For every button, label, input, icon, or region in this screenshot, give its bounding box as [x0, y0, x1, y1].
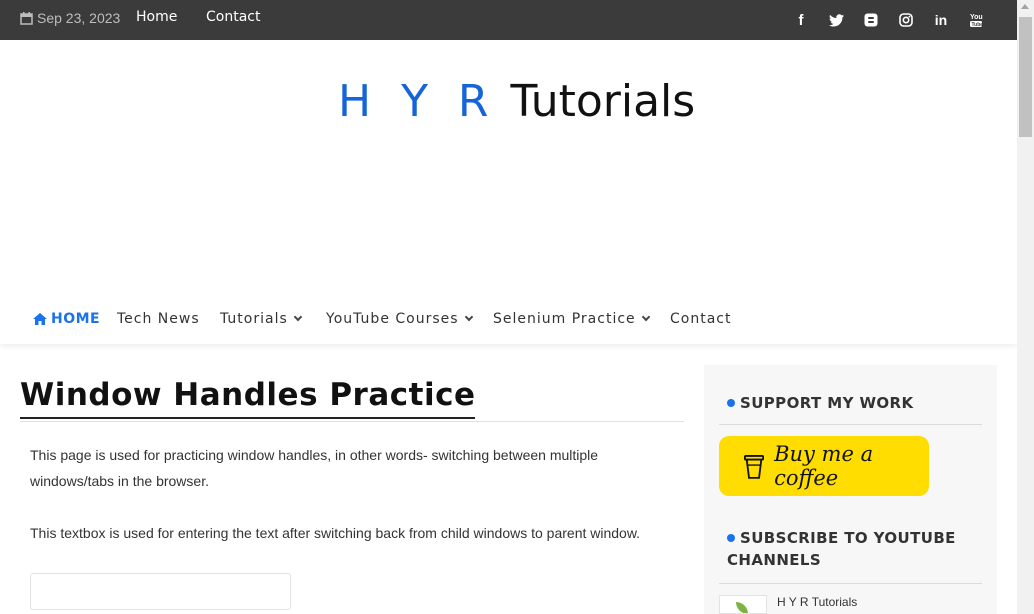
nav-item-selenium-practice[interactable]: Selenium Practice [493, 311, 650, 327]
buy-me-a-coffee-button[interactable]: Buy me a coffee [719, 436, 929, 496]
svg-text:Tube: Tube [972, 22, 984, 28]
logo-text-hyr: H Y R [338, 76, 497, 127]
widget-divider [719, 583, 982, 584]
nav-item-home[interactable]: HOME [33, 311, 100, 327]
blogger-icon[interactable] [860, 0, 882, 40]
support-title-text: SUPPORT MY WORK [740, 394, 914, 412]
main-nav: HOME Tech News Tutorials YouTube Courses… [0, 296, 1017, 344]
site-logo[interactable]: H Y R Tutorials [338, 76, 695, 127]
facebook-icon[interactable]: f [790, 0, 812, 40]
subscribe-title-text: SUBSCRIBE TO YOUTUBE CHANNELS [727, 529, 956, 569]
date-text: Sep 23, 2023 [37, 10, 121, 26]
linkedin-icon[interactable]: in [930, 0, 952, 40]
channel-link[interactable]: H Y R Tutorials [777, 595, 857, 609]
page-title: Window Handles Practice [20, 377, 476, 419]
sidebar: SUPPORT MY WORK Buy me a coffee SUBSCRIB… [704, 365, 997, 614]
top-bar: Sep 23, 2023 Home Contact f in You Tube [0, 0, 1017, 40]
support-widget-title: SUPPORT MY WORK [727, 392, 914, 414]
coffee-label: Buy me a coffee [774, 442, 874, 490]
nav-item-label: YouTube Courses [326, 311, 459, 327]
nav-item-label: Selenium Practice [493, 311, 636, 327]
logo-text-tutorials: Tutorials [510, 76, 696, 127]
nav-item-label: Tutorials [220, 311, 288, 327]
nav-item-label: HOME [51, 311, 101, 327]
twitter-icon[interactable] [825, 0, 847, 40]
chevron-down-icon [293, 312, 303, 322]
subscribe-widget-title: SUBSCRIBE TO YOUTUBE CHANNELS [727, 527, 987, 571]
coffee-cup-icon [744, 455, 765, 479]
nav-item-label: Tech News [117, 311, 200, 327]
vertical-scrollbar[interactable] [1017, 0, 1034, 614]
youtube-icon[interactable]: You Tube [965, 0, 987, 40]
home-icon [33, 313, 47, 325]
title-divider [20, 421, 684, 422]
nav-item-tech-news[interactable]: Tech News [117, 311, 200, 327]
svg-text:You: You [970, 14, 983, 21]
top-link-home[interactable]: Home [136, 9, 177, 25]
parent-window-textbox[interactable] [30, 573, 291, 610]
intro-text: This page is used for practicing window … [30, 447, 599, 489]
scroll-up-arrow-icon[interactable] [1021, 4, 1029, 9]
instagram-icon[interactable] [895, 0, 917, 40]
top-link-contact[interactable]: Contact [206, 9, 260, 25]
nav-item-contact[interactable]: Contact [670, 311, 731, 327]
bullet-dot-icon [727, 398, 735, 407]
date-display: Sep 23, 2023 [20, 10, 120, 26]
calendar-icon [20, 12, 33, 25]
channel-thumbnail[interactable] [719, 595, 767, 614]
chevron-down-icon [464, 312, 473, 322]
nav-item-label: Contact [670, 311, 732, 327]
textbox-description: This textbox is used for entering the te… [30, 525, 641, 541]
nav-item-youtube-courses[interactable]: YouTube Courses [326, 311, 473, 327]
scrollbar-thumb[interactable] [1019, 17, 1032, 137]
chevron-down-icon [641, 312, 650, 322]
widget-divider [719, 424, 982, 425]
bullet-dot-icon [727, 533, 735, 542]
nav-item-tutorials[interactable]: Tutorials [220, 311, 303, 327]
leaf-icon [736, 602, 748, 613]
